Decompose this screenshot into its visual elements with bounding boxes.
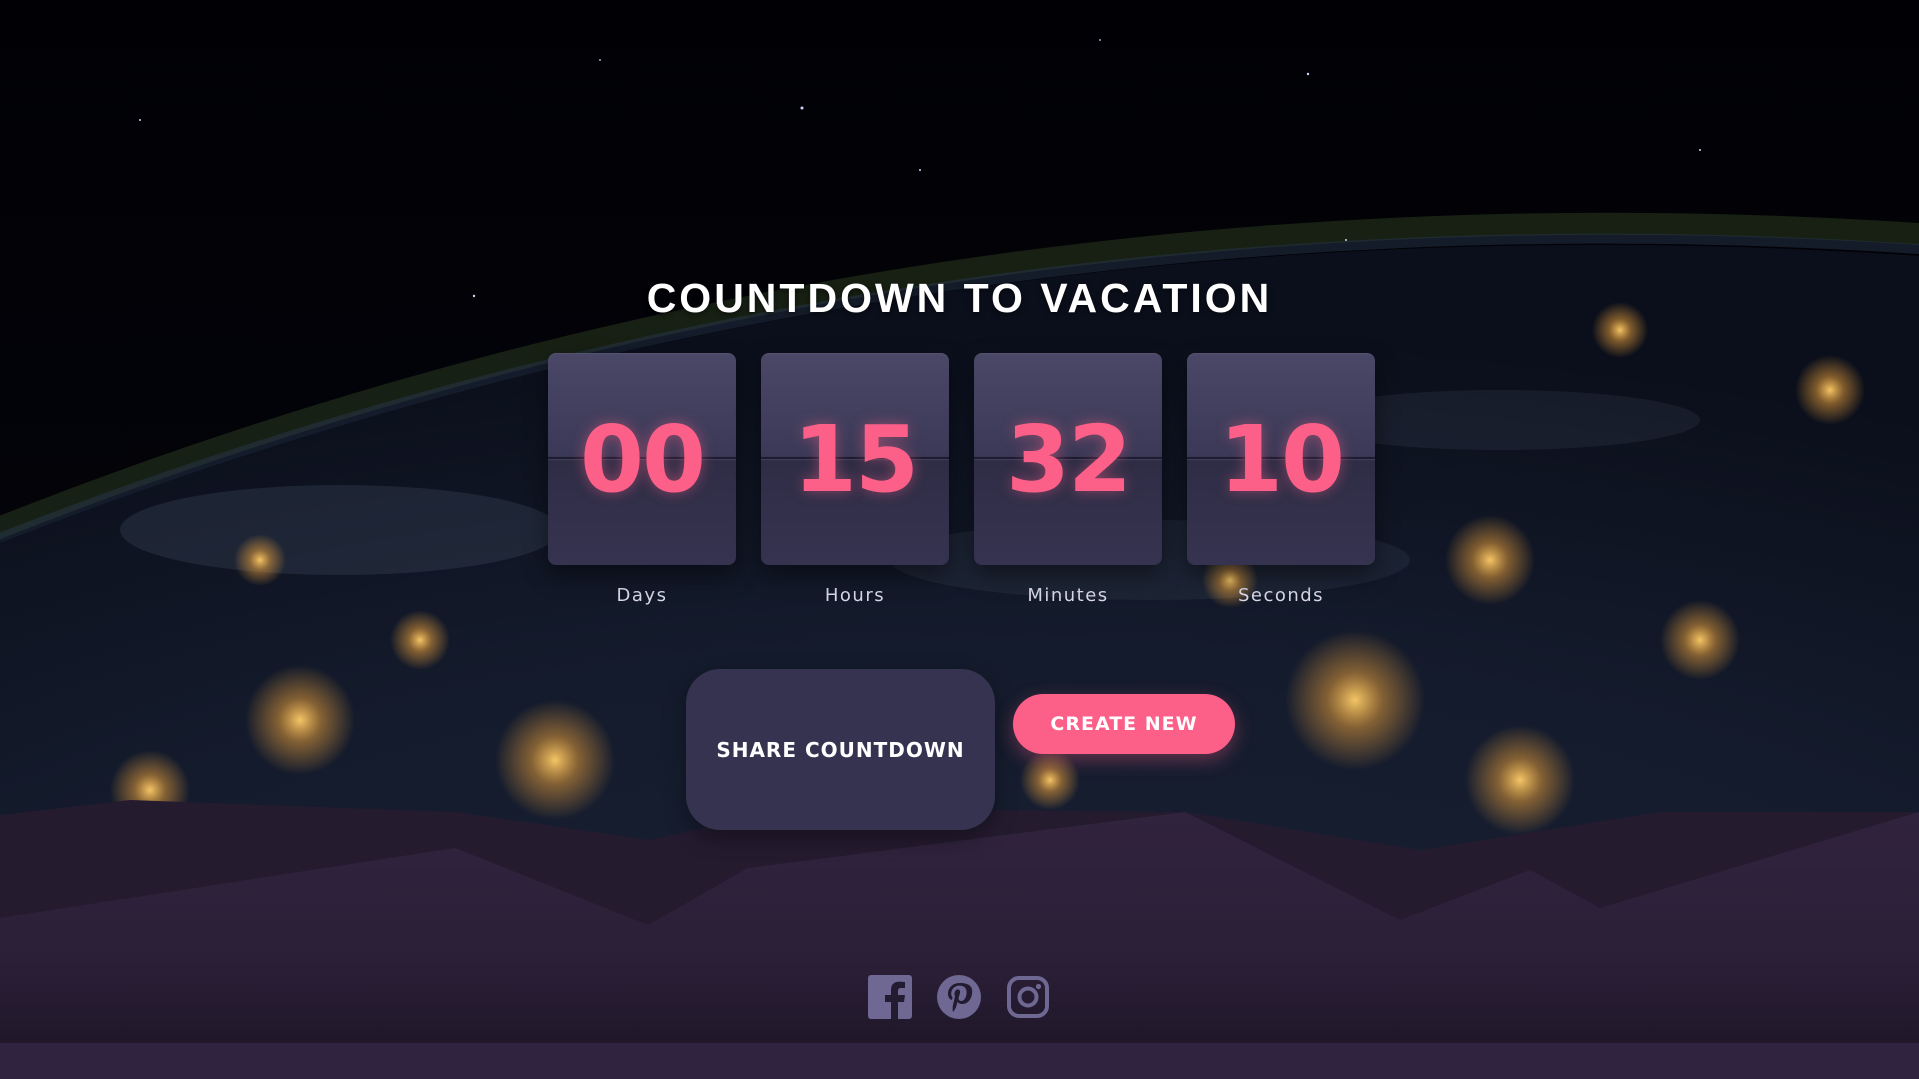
hours-label: Hours [824,585,886,606]
days-card: 00 [548,353,736,565]
social-links [868,975,1050,1019]
instagram-icon[interactable] [1006,975,1050,1019]
pinterest-icon[interactable] [937,975,981,1019]
seconds-label: Seconds [1237,585,1325,606]
minutes-value: 32 [1005,405,1132,513]
page-title: COUNTDOWN TO VACATION [646,275,1273,322]
days-value: 00 [579,405,706,513]
countdown-timer: 00 Days 15 Hours 32 Minutes 10 Seconds [548,353,1375,606]
create-new-button[interactable]: CREATE NEW [1013,694,1235,754]
minutes-card: 32 [974,353,1162,565]
countdown-page: COUNTDOWN TO VACATION 00 Days 15 Hours 3… [0,0,1919,1079]
share-countdown-button[interactable]: SHARE COUNTDOWN [686,669,995,830]
countdown-seconds: 10 Seconds [1187,353,1375,606]
footer-bar [0,1043,1919,1079]
hours-value: 15 [792,405,919,513]
seconds-value: 10 [1218,405,1345,513]
countdown-days: 00 Days [548,353,736,606]
countdown-hours: 15 Hours [761,353,949,606]
seconds-card: 10 [1187,353,1375,565]
days-label: Days [616,585,668,606]
countdown-minutes: 32 Minutes [974,353,1162,606]
minutes-label: Minutes [1027,585,1109,606]
hours-card: 15 [761,353,949,565]
facebook-icon[interactable] [868,975,912,1019]
